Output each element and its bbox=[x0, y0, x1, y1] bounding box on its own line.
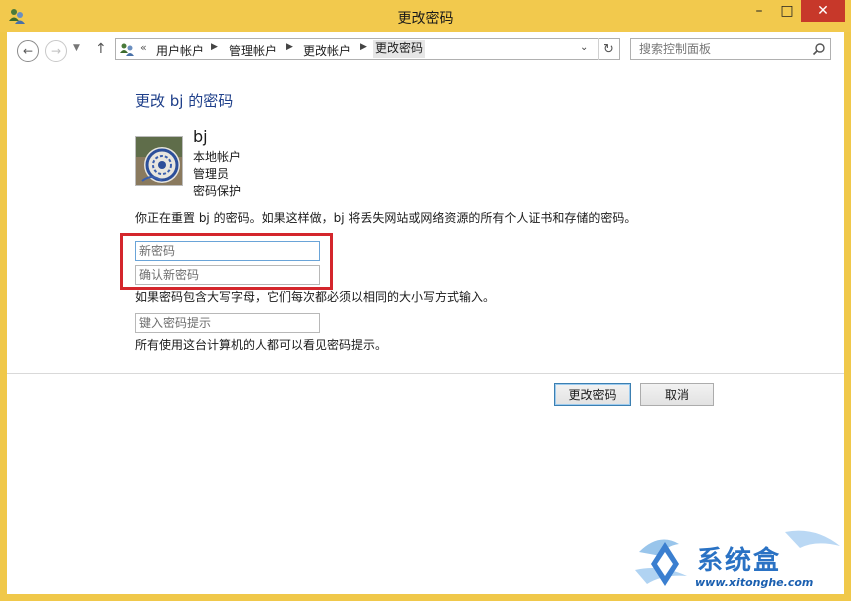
close-button[interactable]: ✕ bbox=[801, 0, 845, 22]
breadcrumb-overflow[interactable]: « bbox=[140, 41, 147, 54]
search-icon[interactable] bbox=[812, 42, 826, 56]
watermark-logo: 系统盒 www.xitonghe.com bbox=[635, 522, 844, 594]
window: 更改密码 – □ ✕ ← → ▼ ↑ « 用户帐户 ▶ 管理帐户 ▶ 更改帐户 … bbox=[0, 0, 851, 601]
search-input[interactable] bbox=[631, 39, 806, 59]
cancel-button[interactable]: 取消 bbox=[640, 383, 714, 406]
recent-locations-dropdown[interactable]: ▼ bbox=[73, 43, 80, 53]
back-button[interactable]: ← bbox=[17, 40, 39, 62]
search-box[interactable] bbox=[630, 38, 831, 60]
refresh-button[interactable]: ↻ bbox=[598, 38, 618, 60]
divider bbox=[7, 373, 844, 374]
watermark-text: 系统盒 bbox=[697, 546, 782, 576]
user-avatar bbox=[135, 136, 183, 186]
account-type: 本地帐户 bbox=[193, 150, 242, 164]
password-protection-status: 密码保护 bbox=[193, 184, 242, 198]
chevron-right-icon[interactable]: ▶ bbox=[211, 42, 218, 52]
change-password-button[interactable]: 更改密码 bbox=[554, 383, 631, 406]
window-title: 更改密码 bbox=[397, 11, 454, 27]
page-title: 更改 bj 的密码 bbox=[135, 92, 234, 110]
breadcrumb-user-accounts[interactable]: 用户帐户 bbox=[156, 42, 204, 59]
chevron-right-icon[interactable]: ▶ bbox=[286, 42, 293, 52]
forward-button[interactable]: → bbox=[45, 40, 67, 62]
reset-warning-text: 你正在重置 bj 的密码。如果这样做，bj 将丢失网站或网络资源的所有个人证书和… bbox=[135, 211, 637, 225]
address-dropdown-icon[interactable]: ⌄ bbox=[580, 42, 588, 53]
password-hint-field[interactable] bbox=[135, 313, 320, 333]
minimize-button[interactable]: – bbox=[745, 0, 773, 22]
highlight-annotation bbox=[120, 233, 333, 290]
chevron-right-icon[interactable]: ▶ bbox=[360, 42, 367, 52]
refresh-icon: ↻ bbox=[603, 41, 614, 57]
watermark-url: www.xitonghe.com bbox=[695, 576, 814, 589]
account-role: 管理员 bbox=[193, 167, 230, 181]
breadcrumb-change-account[interactable]: 更改帐户 bbox=[303, 42, 351, 59]
breadcrumb-manage-accounts[interactable]: 管理帐户 bbox=[229, 42, 277, 59]
control-panel-icon bbox=[120, 43, 134, 56]
up-arrow-icon: ↑ bbox=[95, 41, 107, 57]
content-area: ← → ▼ ↑ « 用户帐户 ▶ 管理帐户 ▶ 更改帐户 ▶ 更改密码 ⌄ ↻ … bbox=[7, 32, 844, 594]
breadcrumb-change-password[interactable]: 更改密码 bbox=[373, 40, 426, 58]
forward-arrow-icon: → bbox=[50, 44, 62, 58]
title-bar[interactable]: 更改密码 – □ ✕ bbox=[0, 0, 851, 32]
address-bar[interactable]: « 用户帐户 ▶ 管理帐户 ▶ 更改帐户 ▶ 更改密码 ⌄ ↻ bbox=[115, 38, 620, 60]
user-name: bj bbox=[193, 127, 208, 146]
navigation-bar: ← → ▼ ↑ « 用户帐户 ▶ 管理帐户 ▶ 更改帐户 ▶ 更改密码 ⌄ ↻ … bbox=[7, 32, 844, 68]
back-arrow-icon: ← bbox=[22, 44, 34, 58]
hint-visibility-note: 所有使用这台计算机的人都可以看见密码提示。 bbox=[135, 338, 388, 352]
up-button[interactable]: ↑ bbox=[95, 41, 107, 57]
case-sensitivity-note: 如果密码包含大写字母，它们每次都必须以相同的大小写方式输入。 bbox=[135, 290, 496, 304]
maximize-button[interactable]: □ bbox=[773, 0, 801, 22]
